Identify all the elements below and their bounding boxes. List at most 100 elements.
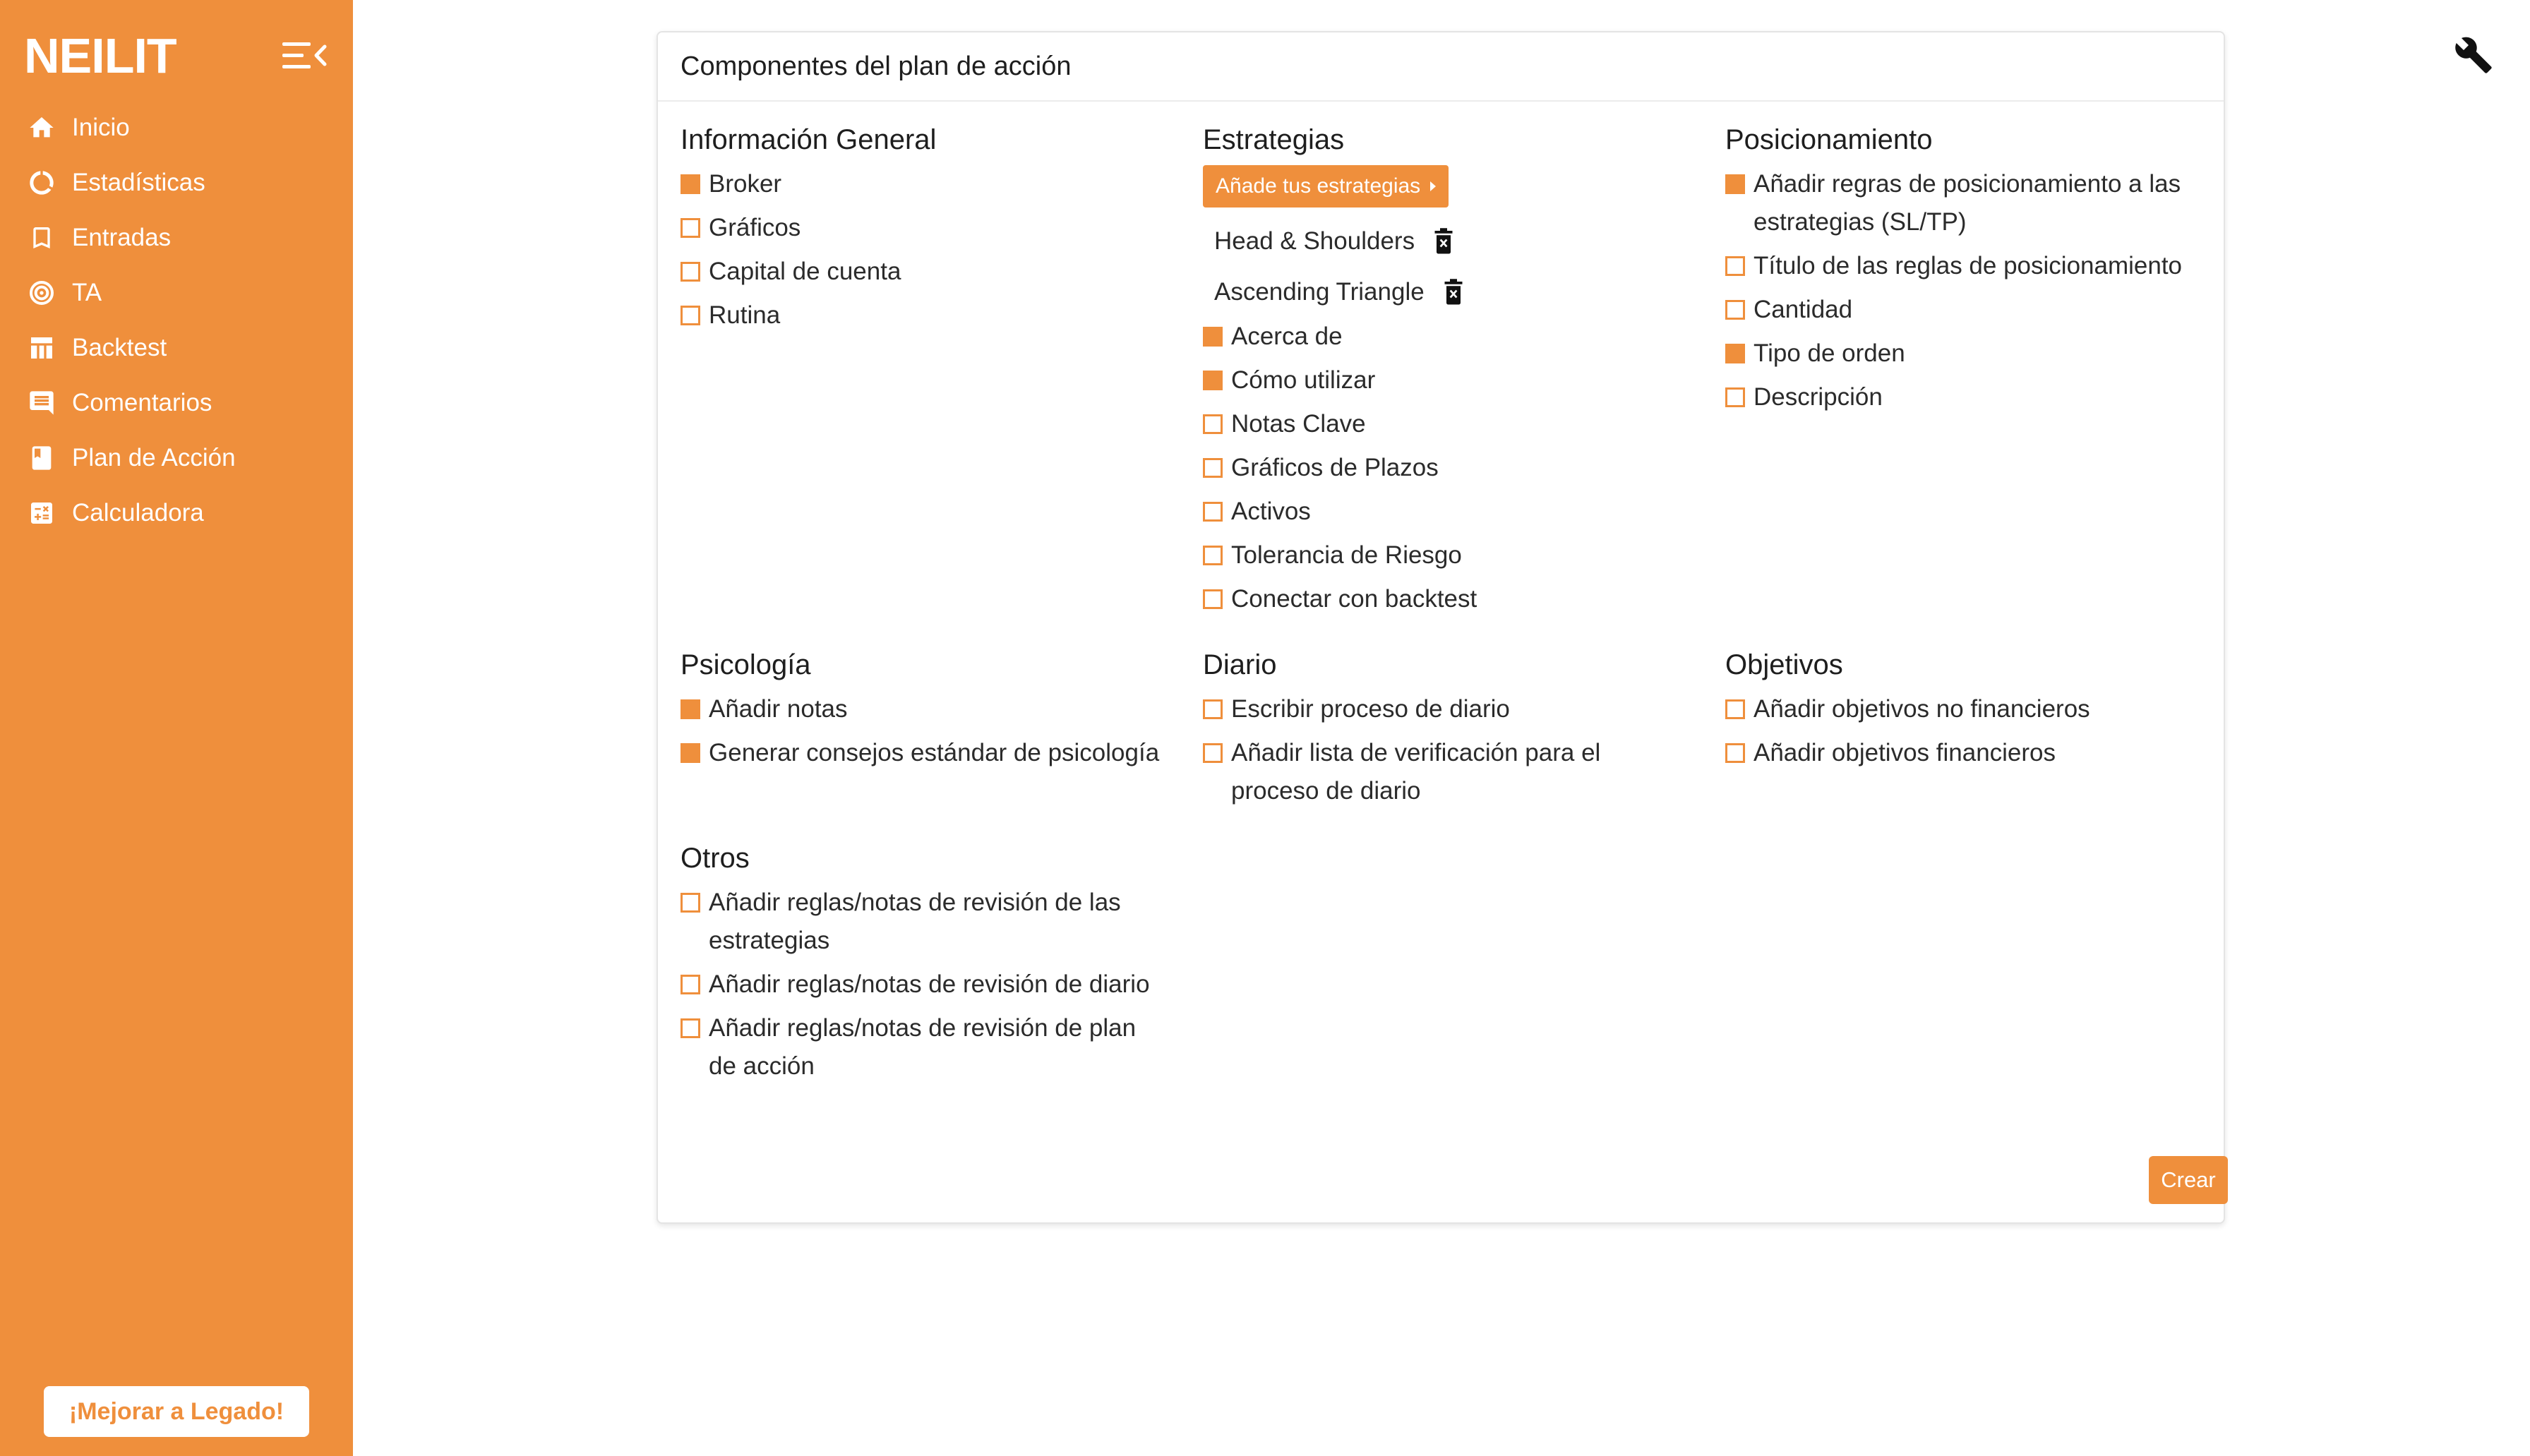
section-title: Posicionamiento — [1725, 124, 1933, 155]
option-label: Acerca de — [1231, 323, 1343, 350]
card-title: Componentes del plan de acción — [681, 51, 1072, 81]
strategy-name: Ascending Triangle — [1214, 278, 1425, 306]
checkbox[interactable] — [681, 975, 700, 994]
sidebar-item-backtest[interactable]: Backtest — [0, 320, 353, 375]
checkbox[interactable] — [1725, 300, 1745, 320]
section-title: Otros — [681, 843, 750, 874]
section-title: Estrategias — [1203, 124, 1345, 155]
option-label: Añadir objetivos no financieros — [1753, 695, 2090, 723]
checkbox[interactable] — [1203, 414, 1223, 434]
home-icon — [25, 112, 58, 144]
sidebar-item-comentarios[interactable]: Comentarios — [0, 375, 353, 431]
checkbox[interactable] — [1725, 256, 1745, 276]
upgrade-button[interactable]: ¡Mejorar a Legado! — [44, 1386, 309, 1437]
option-label: Escribir proceso de diario — [1231, 695, 1510, 723]
option-revision-plan[interactable]: Añadir reglas/notas de revisión de plan … — [681, 1009, 1161, 1085]
checkbox[interactable] — [1725, 387, 1745, 407]
checkbox[interactable] — [1203, 589, 1223, 609]
checkbox[interactable] — [1203, 458, 1223, 478]
section-title: Psicología — [681, 649, 811, 680]
bookmark-icon — [25, 222, 58, 254]
wrench-icon[interactable] — [2454, 35, 2493, 75]
option-acerca-de[interactable]: Acerca de — [1203, 318, 1683, 356]
checkbox[interactable] — [1203, 371, 1223, 390]
option-broker[interactable]: Broker — [681, 165, 1161, 203]
option-label: Gráficos de Plazos — [1231, 454, 1439, 481]
table-icon — [25, 332, 58, 364]
section-psychology: Psicología Añadir notas Generar consejos… — [681, 645, 1161, 778]
option-consejos-psicologia[interactable]: Generar consejos estándar de psicología — [681, 734, 1161, 772]
sidebar-item-label: Comentarios — [72, 389, 212, 416]
option-label: Generar consejos estándar de psicología — [709, 739, 1160, 766]
sidebar-item-estadisticas[interactable]: Estadísticas — [0, 155, 353, 210]
menu-collapse-icon[interactable] — [281, 40, 328, 72]
option-label: Capital de cuenta — [709, 258, 901, 285]
checkbox[interactable] — [681, 262, 700, 282]
checkbox[interactable] — [1725, 743, 1745, 763]
sidebar-item-label: Calculadora — [72, 499, 204, 527]
sidebar-item-label: Entradas — [72, 224, 172, 251]
sidebar-item-label: TA — [72, 279, 102, 306]
option-lista-verificacion[interactable]: Añadir lista de verificación para el pro… — [1203, 734, 1683, 810]
strategy-item: Head & Shoulders — [1203, 216, 1683, 267]
option-titulo-reglas[interactable]: Título de las reglas de posicionamiento — [1725, 247, 2205, 285]
option-objetivos-financieros[interactable]: Añadir objetivos financieros — [1725, 734, 2205, 772]
section-others: Otros Añadir reglas/notas de revisión de… — [681, 838, 1161, 1091]
checkbox[interactable] — [1725, 174, 1745, 194]
section-journal: Diario Escribir proceso de diario Añadir… — [1203, 645, 1683, 816]
sidebar-item-label: Inicio — [72, 114, 130, 141]
option-graficos[interactable]: Gráficos — [681, 209, 1161, 247]
option-cantidad[interactable]: Cantidad — [1725, 291, 2205, 329]
option-label: Conectar con backtest — [1231, 585, 1477, 613]
option-label: Añadir reglas/notas de revisión de plan … — [709, 1014, 1137, 1080]
delete-icon[interactable] — [1443, 278, 1464, 306]
option-revision-estrategias[interactable]: Añadir reglas/notas de revisión de las e… — [681, 884, 1161, 960]
checkbox[interactable] — [1203, 743, 1223, 763]
sidebar-item-inicio[interactable]: Inicio — [0, 100, 353, 155]
option-tipo-de-orden[interactable]: Tipo de orden — [1725, 335, 2205, 373]
option-descripcion[interactable]: Descripción — [1725, 378, 2205, 416]
option-como-utilizar[interactable]: Cómo utilizar — [1203, 361, 1683, 399]
option-activos[interactable]: Activos — [1203, 493, 1683, 531]
strategy-item: Ascending Triangle — [1203, 267, 1683, 318]
checkbox[interactable] — [681, 306, 700, 325]
checkbox[interactable] — [681, 743, 700, 763]
sidebar-item-plan-de-accion[interactable]: Plan de Acción — [0, 431, 353, 486]
option-rutina[interactable]: Rutina — [681, 296, 1161, 335]
option-revision-diario[interactable]: Añadir reglas/notas de revisión de diari… — [681, 965, 1161, 1004]
create-button[interactable]: Crear — [2149, 1156, 2228, 1204]
option-label: Añadir lista de verificación para el pro… — [1231, 739, 1601, 805]
option-capital-de-cuenta[interactable]: Capital de cuenta — [681, 253, 1161, 291]
option-anadir-notas[interactable]: Añadir notas — [681, 690, 1161, 728]
checkbox[interactable] — [681, 893, 700, 913]
option-label: Tipo de orden — [1753, 339, 1905, 367]
option-escribir-proceso[interactable]: Escribir proceso de diario — [1203, 690, 1683, 728]
section-general: Información General Broker Gráficos Capi… — [681, 120, 1161, 340]
checkbox[interactable] — [1203, 699, 1223, 719]
option-tolerancia-de-riesgo[interactable]: Tolerancia de Riesgo — [1203, 536, 1683, 574]
option-notas-clave[interactable]: Notas Clave — [1203, 405, 1683, 443]
option-conectar-con-backtest[interactable]: Conectar con backtest — [1203, 580, 1683, 618]
sidebar-item-ta[interactable]: TA — [0, 265, 353, 320]
checkbox[interactable] — [1203, 502, 1223, 522]
checkbox[interactable] — [681, 174, 700, 194]
option-label: Añadir notas — [709, 695, 848, 723]
checkbox[interactable] — [1203, 327, 1223, 347]
checkbox[interactable] — [1725, 344, 1745, 363]
sidebar-item-calculadora[interactable]: Calculadora — [0, 486, 353, 541]
checkbox[interactable] — [681, 218, 700, 238]
checkbox[interactable] — [681, 699, 700, 719]
donut-chart-icon — [25, 167, 58, 199]
checkbox[interactable] — [681, 1018, 700, 1038]
brand-logo[interactable]: NEILIT — [24, 25, 177, 86]
delete-icon[interactable] — [1433, 227, 1454, 255]
option-objetivos-no-financieros[interactable]: Añadir objetivos no financieros — [1725, 690, 2205, 728]
option-reglas-posicionamiento[interactable]: Añadir regras de posicionamiento a las e… — [1725, 165, 2205, 241]
add-strategies-button[interactable]: Añade tus estrategias — [1203, 165, 1449, 207]
option-label: Descripción — [1753, 383, 1883, 411]
checkbox[interactable] — [1203, 546, 1223, 565]
option-graficos-de-plazos[interactable]: Gráficos de Plazos — [1203, 449, 1683, 487]
sidebar-nav: Inicio Estadísticas Entradas TA Backtest — [0, 100, 353, 541]
sidebar-item-entradas[interactable]: Entradas — [0, 210, 353, 265]
checkbox[interactable] — [1725, 699, 1745, 719]
